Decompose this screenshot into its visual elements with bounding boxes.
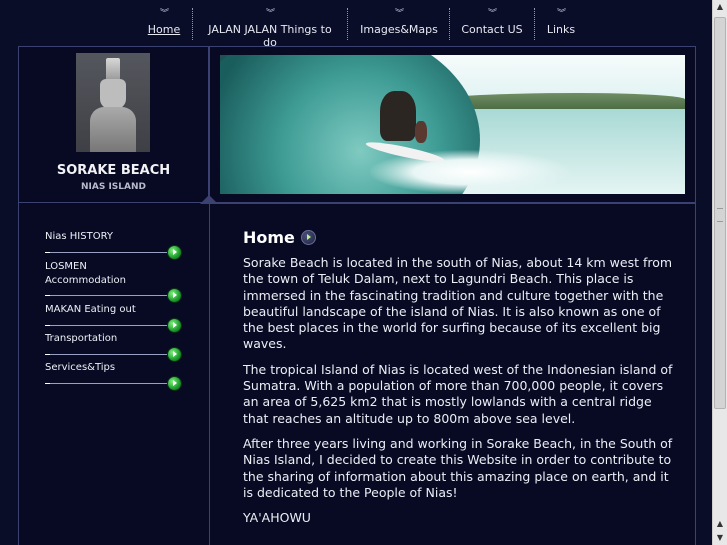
scroll-down-icon[interactable]: ▼ [713,531,727,545]
nav-label: Links [546,23,576,36]
sidebar-item-label-2: Accommodation [45,275,127,286]
arrow-right-icon [300,230,316,245]
chevron-down-icon: ︾ [487,9,497,19]
site-title: SORAKE BEACH [56,163,171,178]
menu-underline [45,354,167,355]
green-arrow-icon[interactable] [168,246,181,259]
nav-label: Contact US [461,23,523,36]
scroll-up-icon[interactable]: ▲ [713,517,727,531]
nav-home[interactable]: ︾ Home [144,10,184,40]
page-heading: Home [243,228,673,247]
menu-dash [45,354,50,355]
statue-image [76,53,150,152]
sidebar-item-transportation[interactable]: Transportation [45,332,181,361]
menu-dash [45,325,50,326]
chevron-down-icon: ︾ [159,9,169,19]
sidebar-item-label: Transportation [45,333,118,344]
nav-label: Home [147,23,181,36]
scrollbar-thumb[interactable] [714,17,726,409]
nav-images-maps[interactable]: ︾ Images&Maps [356,10,442,40]
chevron-down-icon: ︾ [394,9,404,19]
main-content: Home Sorake Beach is located in the sout… [243,228,673,535]
menu-dash [45,252,50,253]
paragraph: YA'AHOWU [243,510,311,526]
paragraph: Sorake Beach is located in the south of … [243,255,673,352]
menu-underline [45,383,167,384]
nav-divider [347,8,348,40]
nav-divider [192,8,193,40]
page-title: Home [243,228,295,247]
sidebar-item-label: MAKAN Eating out [45,304,136,315]
scroll-up-icon[interactable]: ▲ [713,0,727,14]
sidebar-item-services-tips[interactable]: Services&Tips [45,361,181,390]
nav-label: Images&Maps [360,23,438,36]
nav-links[interactable]: ︾ Links [543,10,579,40]
menu-underline [45,295,167,296]
nav-jalan-jalan[interactable]: ︾ JALAN JALAN Things to do [200,9,340,50]
green-arrow-icon[interactable] [168,377,181,390]
paragraph: After three years living and working in … [243,435,673,500]
sidebar-item-label: LOSMEN [45,261,87,272]
nav-divider [534,8,535,40]
chevron-down-icon: ︾ [265,9,275,19]
sidebar-item-losmen[interactable]: LOSMEN Accommodation [45,260,181,302]
paragraph: The tropical Island of Nias is located w… [243,361,673,426]
grip-icon [717,208,723,222]
top-nav: ︾ Home ︾ JALAN JALAN Things to do ︾ Imag… [0,0,712,50]
sidebar-item-label: Services&Tips [45,362,116,373]
sidebar-item-makan[interactable]: MAKAN Eating out [45,303,181,332]
site-subtitle: NIAS ISLAND [81,182,146,192]
sidebar-item-nias-history[interactable]: Nias HISTORY [45,230,181,259]
chevron-down-icon: ︾ [556,9,566,19]
menu-dash [45,383,50,384]
green-arrow-icon[interactable] [168,289,181,302]
menu-dash [45,295,50,296]
nav-divider [449,8,450,40]
pointer-triangle [200,195,218,204]
menu-underline [45,252,167,253]
nav-contact-us[interactable]: ︾ Contact US [458,10,526,40]
sidebar-item-label: Nias HISTORY [45,231,113,242]
scrollbar[interactable]: ▲ ▲ ▼ [712,0,727,545]
surf-banner-image [220,55,685,194]
green-arrow-icon[interactable] [168,348,181,361]
menu-underline [45,325,167,326]
green-arrow-icon[interactable] [168,319,181,332]
